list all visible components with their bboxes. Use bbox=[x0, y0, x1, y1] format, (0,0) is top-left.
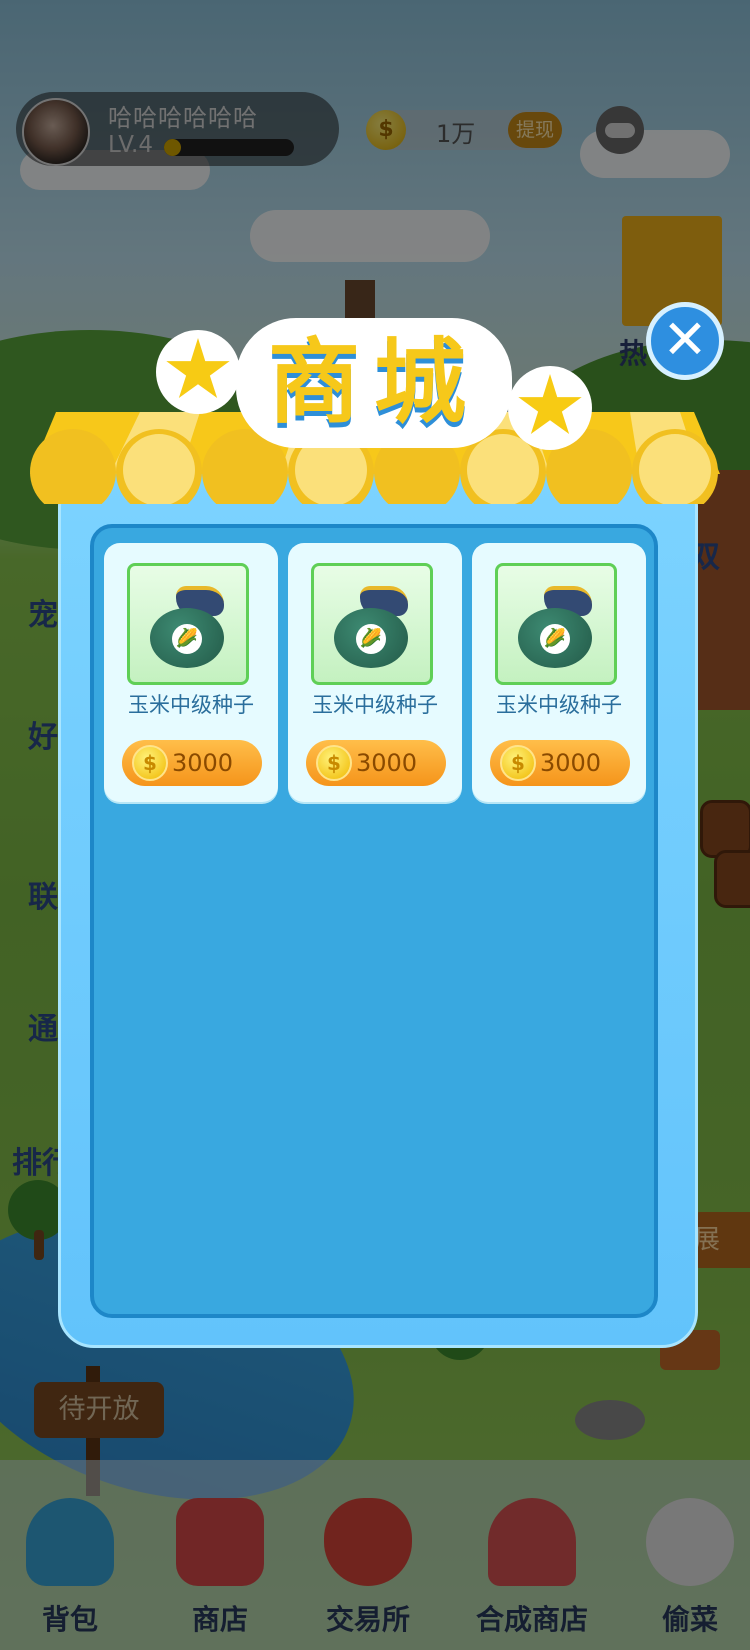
modal-title: 商城 bbox=[267, 329, 480, 436]
product-name: 玉米中级种子 bbox=[312, 693, 438, 717]
product-name: 玉米中级种子 bbox=[496, 693, 622, 717]
seed-bag-image: 🌽 bbox=[495, 563, 617, 685]
coin-icon: $ bbox=[132, 745, 168, 781]
coin-icon: $ bbox=[316, 745, 352, 781]
close-button[interactable]: ✕ bbox=[646, 302, 724, 380]
corn-icon: 🌽 bbox=[356, 624, 386, 654]
buy-button[interactable]: $ 3000 bbox=[490, 740, 630, 786]
seed-bag-image: 🌽 bbox=[311, 563, 433, 685]
product-price: 3000 bbox=[356, 749, 418, 777]
buy-button[interactable]: $ 3000 bbox=[122, 740, 262, 786]
coin-icon: $ bbox=[500, 745, 536, 781]
product-price: 3000 bbox=[540, 749, 602, 777]
product-price: 3000 bbox=[172, 749, 234, 777]
seed-bag-image: 🌽 bbox=[127, 563, 249, 685]
corn-icon: 🌽 bbox=[172, 624, 202, 654]
product-card[interactable]: 🌽 玉米中级种子 $ 3000 bbox=[288, 543, 462, 802]
product-card[interactable]: 🌽 玉米中级种子 $ 3000 bbox=[104, 543, 278, 802]
buy-button[interactable]: $ 3000 bbox=[306, 740, 446, 786]
product-name: 玉米中级种子 bbox=[128, 693, 254, 717]
corn-icon: 🌽 bbox=[540, 624, 570, 654]
product-card[interactable]: 🌽 玉米中级种子 $ 3000 bbox=[472, 543, 646, 802]
